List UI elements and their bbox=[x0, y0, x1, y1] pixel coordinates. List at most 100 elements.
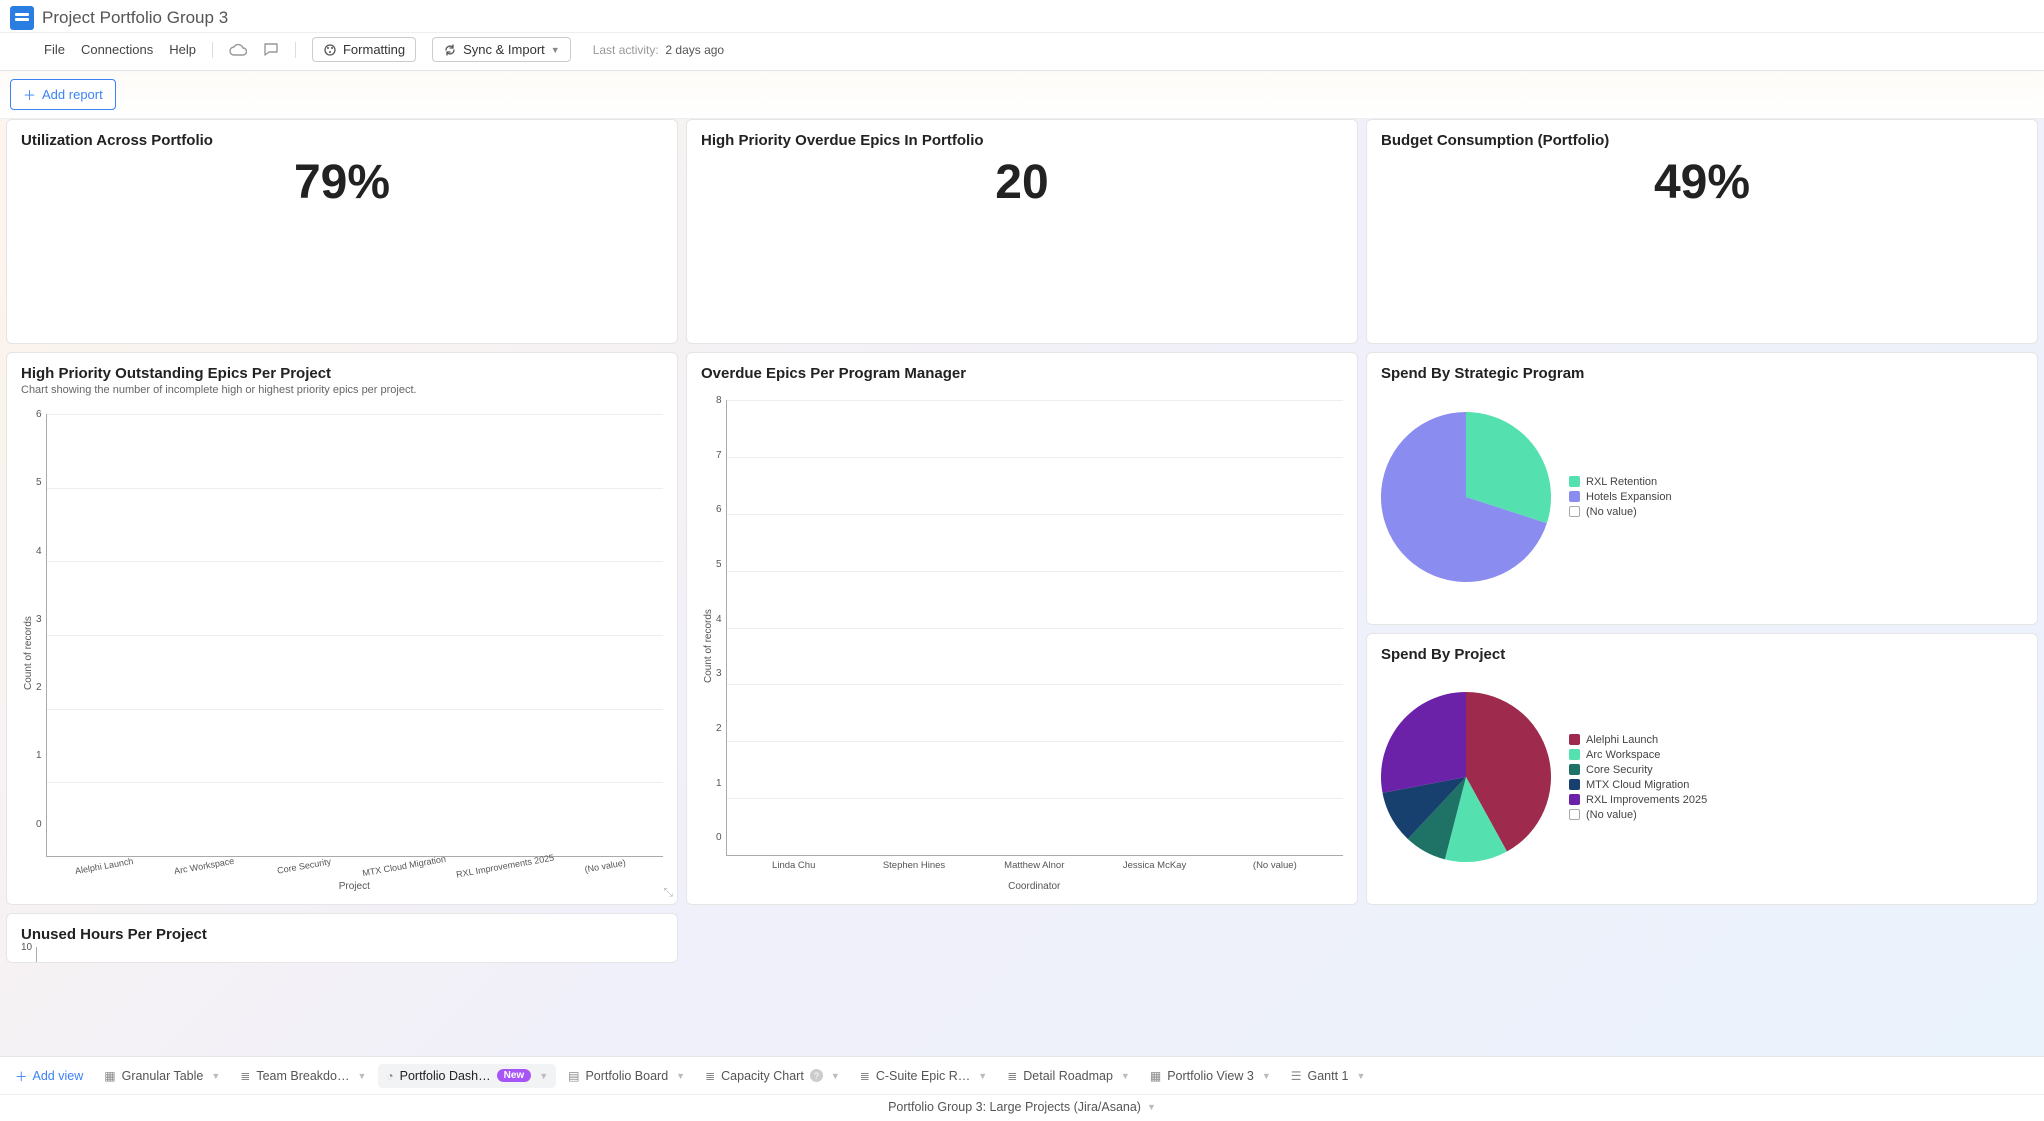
chevron-down-icon[interactable]: ▼ bbox=[1121, 1071, 1130, 1081]
kpi-value: 20 bbox=[701, 155, 1343, 210]
view-tab-label: Portfolio Board bbox=[585, 1069, 668, 1083]
bars bbox=[726, 400, 1343, 856]
kpi-utilization[interactable]: Utilization Across Portfolio 79% bbox=[6, 119, 678, 344]
chevron-down-icon[interactable]: ▼ bbox=[676, 1071, 685, 1081]
help-icon[interactable]: ? bbox=[810, 1069, 823, 1082]
menu-help[interactable]: Help bbox=[169, 42, 196, 57]
bars-icon: ≣ bbox=[860, 1069, 870, 1083]
sync-label: Sync & Import bbox=[463, 42, 545, 57]
toolbar: ＋ Add report bbox=[0, 71, 2044, 119]
chevron-down-icon[interactable]: ▼ bbox=[539, 1071, 548, 1081]
legend-item[interactable]: (No value) bbox=[1569, 809, 1707, 821]
resize-handle[interactable]: ⤡ bbox=[663, 885, 673, 900]
chevron-down-icon[interactable]: ▼ bbox=[357, 1071, 366, 1081]
legend: RXL Retention Hotels Expansion (No value) bbox=[1569, 473, 1672, 521]
x-tick: Matthew Alnor bbox=[974, 860, 1094, 871]
comment-icon[interactable] bbox=[263, 42, 279, 58]
view-tab[interactable]: ≣Detail Roadmap▼ bbox=[999, 1064, 1138, 1088]
legend-swatch bbox=[1569, 749, 1580, 760]
view-tab[interactable]: ≣ Capacity Chart? ▼ bbox=[697, 1064, 848, 1088]
paint-icon bbox=[323, 43, 337, 57]
chevron-down-icon[interactable]: ▼ bbox=[1262, 1071, 1271, 1081]
view-tab[interactable]: ≣C-Suite Epic R…▼ bbox=[852, 1064, 995, 1088]
legend-swatch bbox=[1569, 506, 1580, 517]
legend-label: (No value) bbox=[1586, 506, 1637, 518]
formatting-label: Formatting bbox=[343, 42, 405, 57]
view-tab[interactable]: ☰Gantt 1▼ bbox=[1283, 1064, 1374, 1088]
last-activity: Last activity: 2 days ago bbox=[593, 43, 724, 57]
pie-svg bbox=[1381, 692, 1551, 862]
view-tab-label: Portfolio View 3 bbox=[1167, 1069, 1254, 1083]
plus-icon: ＋ bbox=[15, 1066, 28, 1085]
legend-item[interactable]: MTX Cloud Migration bbox=[1569, 779, 1707, 791]
view-tab[interactable]: ▦Granular Table▼ bbox=[96, 1064, 228, 1088]
legend-item[interactable]: (No value) bbox=[1569, 506, 1672, 518]
cloud-icon[interactable] bbox=[229, 43, 247, 57]
x-ticks: Alelphi LaunchArc WorkspaceCore Security… bbox=[46, 857, 663, 871]
legend-label: MTX Cloud Migration bbox=[1586, 779, 1689, 791]
chevron-down-icon[interactable]: ▼ bbox=[211, 1071, 220, 1081]
formatting-button[interactable]: Formatting bbox=[312, 37, 416, 62]
legend-swatch bbox=[1569, 476, 1580, 487]
board-icon: ▤ bbox=[568, 1069, 579, 1083]
view-tab-label: Capacity Chart bbox=[721, 1069, 804, 1083]
legend-item[interactable]: RXL Improvements 2025 bbox=[1569, 794, 1707, 806]
view-tab-label: Portfolio Dash… bbox=[400, 1069, 491, 1083]
legend-label: Core Security bbox=[1586, 764, 1653, 776]
titlebar: Project Portfolio Group 3 bbox=[0, 0, 2044, 33]
chevron-down-icon[interactable]: ▼ bbox=[831, 1071, 840, 1081]
y-axis-label: Count of records bbox=[701, 400, 716, 892]
chart-epics-per-project[interactable]: High Priority Outstanding Epics Per Proj… bbox=[6, 352, 678, 905]
legend-item[interactable]: RXL Retention bbox=[1569, 476, 1672, 488]
add-view-label: Add view bbox=[33, 1069, 84, 1083]
menu-file[interactable]: File bbox=[44, 42, 65, 57]
legend-label: (No value) bbox=[1586, 809, 1637, 821]
chart-title: Spend By Project bbox=[1381, 646, 2023, 663]
x-axis-label: Coordinator bbox=[726, 881, 1343, 892]
chevron-down-icon[interactable]: ▼ bbox=[978, 1071, 987, 1081]
y-ticks: 0123456 bbox=[36, 414, 46, 892]
add-report-label: Add report bbox=[42, 87, 103, 102]
kpi-title: Utilization Across Portfolio bbox=[21, 132, 663, 149]
legend-swatch bbox=[1569, 794, 1580, 805]
x-tick: Linda Chu bbox=[734, 860, 854, 871]
view-tab[interactable]: ▤ Portfolio Board ▼ bbox=[560, 1064, 693, 1088]
view-tab-label: Detail Roadmap bbox=[1023, 1069, 1113, 1083]
bars bbox=[36, 947, 663, 963]
add-view-button[interactable]: ＋ Add view bbox=[6, 1061, 92, 1090]
separator bbox=[295, 42, 296, 58]
add-report-button[interactable]: ＋ Add report bbox=[10, 79, 116, 110]
kpi-budget[interactable]: Budget Consumption (Portfolio) 49% bbox=[1366, 119, 2038, 344]
pie-slice[interactable] bbox=[1381, 692, 1466, 793]
legend-swatch bbox=[1569, 764, 1580, 775]
view-tab[interactable]: ▦Portfolio View 3▼ bbox=[1142, 1064, 1279, 1088]
menubar: File Connections Help Formatting Sync & … bbox=[0, 33, 2044, 71]
view-tab[interactable]: ≣Team Breakdo…▼ bbox=[232, 1064, 374, 1088]
legend-swatch bbox=[1569, 734, 1580, 745]
grid-icon: ▦ bbox=[104, 1069, 115, 1083]
legend-item[interactable]: Hotels Expansion bbox=[1569, 491, 1672, 503]
legend-item[interactable]: Core Security bbox=[1569, 764, 1707, 776]
chart-spend-program[interactable]: Spend By Strategic Program RXL Retention… bbox=[1366, 352, 2038, 625]
footer-breadcrumb[interactable]: Portfolio Group 3: Large Projects (Jira/… bbox=[0, 1095, 2044, 1121]
chevron-down-icon[interactable]: ▼ bbox=[1357, 1071, 1366, 1081]
legend-label: RXL Retention bbox=[1586, 476, 1657, 488]
bars-icon: ≣ bbox=[705, 1069, 715, 1083]
legend-swatch bbox=[1569, 491, 1580, 502]
menu-connections[interactable]: Connections bbox=[81, 42, 153, 57]
app-logo bbox=[10, 6, 34, 30]
kpi-overdue-epics[interactable]: High Priority Overdue Epics In Portfolio… bbox=[686, 119, 1358, 344]
legend-item[interactable]: Alelphi Launch bbox=[1569, 734, 1707, 746]
x-ticks: Linda ChuStephen HinesMatthew AlnorJessi… bbox=[726, 856, 1343, 871]
chart-unused-hours[interactable]: Unused Hours Per Project 10 bbox=[6, 913, 678, 963]
plus-icon: ＋ bbox=[23, 85, 36, 104]
sync-import-button[interactable]: Sync & Import ▼ bbox=[432, 37, 571, 62]
y-ticks: 10 bbox=[21, 947, 36, 963]
bars bbox=[46, 414, 663, 857]
chart-spend-project[interactable]: Spend By Project Alelphi Launch Arc Works… bbox=[1366, 633, 2038, 906]
gantt-icon: ☰ bbox=[1291, 1069, 1302, 1083]
pie-svg bbox=[1381, 412, 1551, 582]
view-tab[interactable]: ◔Portfolio Dash…New▼ bbox=[378, 1064, 556, 1088]
chart-overdue-per-pm[interactable]: Overdue Epics Per Program Manager Count … bbox=[686, 352, 1358, 905]
legend-item[interactable]: Arc Workspace bbox=[1569, 749, 1707, 761]
